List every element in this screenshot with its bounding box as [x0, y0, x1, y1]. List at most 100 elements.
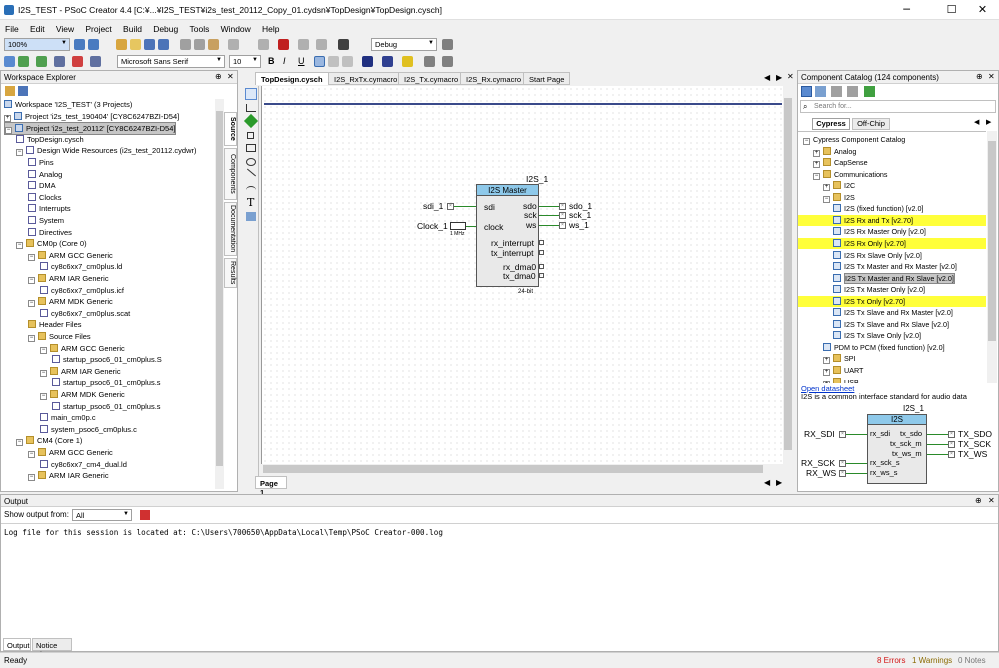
- collapse-icon[interactable]: −: [40, 393, 47, 400]
- catalog-tree-item[interactable]: I2S Tx Master and Rx Slave [v2.0]: [798, 272, 986, 284]
- paste-icon[interactable]: [208, 39, 219, 50]
- status-errors[interactable]: 8 Errors: [877, 656, 905, 665]
- collapse-icon[interactable]: −: [813, 172, 820, 180]
- catalog-scroll-left-icon[interactable]: ◀: [974, 118, 979, 126]
- component-tool-icon[interactable]: [243, 113, 259, 129]
- workspace-tree-item[interactable]: Clocks: [28, 192, 62, 203]
- workspace-tree-item[interactable]: − ARM GCC Generic: [28, 447, 113, 458]
- side-tab-documentation[interactable]: Documentation: [224, 202, 237, 256]
- expand-icon[interactable]: +: [823, 357, 830, 365]
- collapse-icon[interactable]: −: [28, 253, 35, 261]
- terminal-tx-dma0[interactable]: [539, 273, 544, 278]
- menu-debug[interactable]: Debug: [148, 20, 182, 34]
- menu-build[interactable]: Build: [118, 20, 146, 34]
- save-icon[interactable]: [144, 39, 155, 50]
- expand-icon[interactable]: +: [823, 184, 830, 192]
- align-right-icon[interactable]: [342, 56, 353, 67]
- catalog-tree-item[interactable]: I2S Tx Slave and Rx Master [v2.0]: [798, 307, 986, 318]
- cut-icon[interactable]: [180, 39, 191, 50]
- input-pin-icon[interactable]: ×: [447, 203, 454, 210]
- collapse-icon[interactable]: −: [803, 138, 810, 145]
- debug-icon[interactable]: [36, 56, 47, 67]
- undo-icon[interactable]: [298, 39, 309, 50]
- align-icon[interactable]: [228, 39, 239, 50]
- workspace-tree-item[interactable]: − CM0p (Core 0): [16, 238, 87, 250]
- align-left-icon[interactable]: [314, 56, 325, 67]
- zoom-out-icon[interactable]: [88, 39, 99, 50]
- rotate-icon[interactable]: [258, 39, 269, 50]
- catalog-tree-item[interactable]: − Cypress Component Catalog: [798, 134, 986, 145]
- font-size-combo[interactable]: 10 ▼: [229, 55, 261, 68]
- workspace-tree-item[interactable]: main_cm0p.c: [40, 412, 96, 423]
- workspace-tree-item[interactable]: cy8c6xx7_cm0plus.scat: [40, 308, 130, 319]
- catalog-tool-icon[interactable]: [847, 86, 858, 97]
- collapse-icon[interactable]: −: [16, 149, 23, 157]
- workspace-tree-item[interactable]: startup_psoc6_01_cm0plus.s: [52, 401, 161, 412]
- menu-tools[interactable]: Tools: [184, 20, 213, 34]
- catalog-tree-item[interactable]: I2S Tx Master and Rx Master [v2.0]: [798, 261, 986, 272]
- close-icon[interactable]: ✕: [988, 496, 995, 505]
- canvas-vscrollbar[interactable]: [783, 86, 793, 464]
- output-pin-icon[interactable]: ×: [559, 203, 566, 210]
- catalog-tree-item[interactable]: I2S Rx and Tx [v2.70]: [798, 214, 986, 226]
- italic-button[interactable]: I: [283, 56, 286, 66]
- zoom-in-icon[interactable]: [74, 39, 85, 50]
- output-log-area[interactable]: Log file for this session is located at:…: [1, 523, 998, 638]
- collapse-icon[interactable]: −: [16, 439, 23, 447]
- catalog-tree-item[interactable]: PDM to PCM (fixed function) [v2.0]: [798, 342, 986, 353]
- clear-output-icon[interactable]: [140, 510, 150, 520]
- terminal-rx-dma0[interactable]: [539, 264, 544, 269]
- tab-off-chip[interactable]: Off-Chip: [852, 118, 890, 130]
- tab-start-page[interactable]: Start Page: [523, 72, 571, 85]
- workspace-scrollbar[interactable]: [215, 99, 224, 489]
- tab-i2s-tx[interactable]: I2S_Tx.cymacro: [398, 72, 465, 85]
- expand-icon[interactable]: +: [813, 161, 820, 169]
- terminal-tx-interrupt[interactable]: [539, 250, 544, 255]
- output-pin-icon[interactable]: ×: [559, 222, 566, 229]
- expand-icon[interactable]: +: [823, 380, 830, 383]
- clock-symbol-icon[interactable]: [450, 222, 466, 230]
- output-source-combo[interactable]: All ▼: [72, 509, 132, 521]
- close-button[interactable]: ✕: [966, 0, 999, 20]
- side-tab-source[interactable]: Source: [224, 112, 237, 146]
- workspace-tree-item[interactable]: Workspace 'I2S_TEST' (3 Projects): [4, 99, 132, 110]
- collapse-icon[interactable]: −: [823, 195, 830, 203]
- ellipse-tool-icon[interactable]: [246, 158, 256, 166]
- catalog-tree-item[interactable]: I2S Rx Only [v2.70]: [798, 237, 986, 249]
- collapse-icon[interactable]: −: [28, 300, 35, 308]
- collapse-icon[interactable]: −: [28, 451, 35, 458]
- status-warnings[interactable]: 1 Warnings: [912, 656, 952, 665]
- build-icon[interactable]: [4, 56, 15, 67]
- catalog-tree-item[interactable]: + UART: [798, 365, 986, 376]
- underline-button[interactable]: U: [298, 56, 305, 66]
- expand-icon[interactable]: +: [4, 114, 11, 122]
- workspace-tree-item[interactable]: − ARM MDK Generic: [40, 389, 125, 400]
- font-family-combo[interactable]: Microsoft Sans Serif ▼: [117, 55, 225, 68]
- menu-view[interactable]: View: [51, 20, 78, 34]
- scrollbar-thumb[interactable]: [988, 141, 996, 341]
- workspace-tool-icon[interactable]: [5, 86, 15, 96]
- close-icon[interactable]: ✕: [227, 72, 234, 81]
- workspace-tree-item[interactable]: cy8c6xx7_cm0plus.ld: [40, 261, 122, 272]
- device-icon[interactable]: [90, 56, 101, 67]
- catalog-tree-item[interactable]: + Analog: [798, 146, 986, 157]
- workspace-tree-item[interactable]: Interrupts: [28, 203, 71, 214]
- bold-button[interactable]: B: [268, 56, 275, 66]
- page-tab[interactable]: Page 1: [255, 476, 287, 497]
- workspace-tree-item[interactable]: startup_psoc6_01_cm0plus.S: [52, 354, 162, 365]
- workspace-tree-item[interactable]: Header Files: [28, 319, 82, 330]
- catalog-update-icon[interactable]: [864, 86, 875, 97]
- workspace-tree-item[interactable]: cy8c6xx7_cm4_dual.ld: [40, 459, 127, 470]
- catalog-tree-item[interactable]: + I2C: [798, 180, 986, 192]
- save-all-icon[interactable]: [158, 39, 169, 50]
- menu-project[interactable]: Project: [80, 20, 115, 34]
- catalog-view-icon[interactable]: [801, 86, 812, 97]
- font-color-icon[interactable]: [362, 56, 373, 67]
- pin-icon[interactable]: ⊕: [975, 496, 982, 505]
- pin-icon[interactable]: ⊕: [976, 72, 983, 81]
- menu-window[interactable]: Window: [216, 20, 255, 34]
- workspace-tree-item[interactable]: startup_psoc6_01_cm0plus.s: [52, 377, 161, 388]
- workspace-tree-item[interactable]: + Project 'i2s_test_190404' [CY8C6247BZI-…: [4, 111, 179, 122]
- line-color-icon[interactable]: [382, 56, 393, 67]
- arc-tool-icon[interactable]: [246, 186, 256, 194]
